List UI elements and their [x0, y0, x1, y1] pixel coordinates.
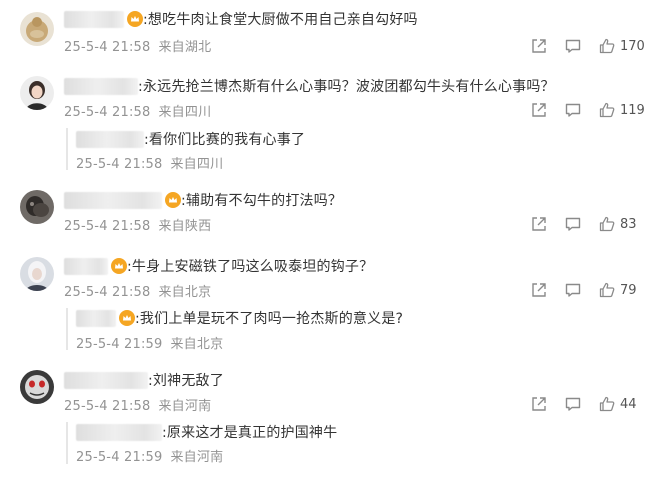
reply-header: :我们上单是玩不了肉吗一抢杰斯的意义是? — [76, 307, 403, 329]
avatar[interactable] — [20, 76, 54, 110]
share-icon[interactable] — [530, 395, 548, 413]
reply-meta: 25-5-4 21:59 来自河南 — [76, 446, 223, 465]
comment-actions: 119 — [530, 101, 648, 119]
like-count: 170 — [620, 38, 645, 54]
comment-date: 25-5-4 21:58 — [64, 219, 151, 234]
comment-date: 25-5-4 21:58 — [64, 399, 151, 414]
thumbs-up-icon[interactable] — [598, 101, 616, 119]
comment-header: :刘神无敌了 — [64, 369, 224, 391]
comment-text: :牛身上安磁铁了吗这么吸泰坦的钩子？ — [127, 259, 374, 275]
comment-text: :刘神无敌了 — [148, 373, 224, 389]
comment-location: 来自北京 — [158, 285, 212, 300]
thumbs-up-icon[interactable] — [598, 37, 616, 55]
reply-divider — [66, 128, 68, 170]
comment-header: :想吃牛肉让食堂大厨做不用自己亲自勾好吗 — [64, 8, 418, 30]
comment-header: :牛身上安磁铁了吗这么吸泰坦的钩子？ — [64, 255, 373, 277]
reply-location: 来自四川 — [170, 157, 224, 172]
reply-divider — [66, 308, 68, 350]
reply-text: :我们上单是玩不了肉吗一抢杰斯的意义是? — [135, 311, 404, 327]
thumbs-up-icon[interactable] — [598, 281, 616, 299]
username-blurred[interactable] — [64, 191, 162, 209]
comment-meta: 25-5-4 21:58 来自北京 — [64, 281, 211, 300]
like-count: 44 — [620, 396, 637, 412]
comment-text: :辅助有不勾牛的打法吗？ — [181, 193, 343, 209]
reply-location: 来自北京 — [170, 337, 224, 352]
comment-text: :想吃牛肉让食堂大厨做不用自己亲自勾好吗 — [143, 12, 418, 28]
comment-location: 来自四川 — [158, 105, 212, 120]
reply-text: :看你们比赛的我有心事了 — [144, 132, 306, 148]
avatar[interactable] — [20, 370, 54, 404]
comment-header: :辅助有不勾牛的打法吗？ — [64, 189, 342, 211]
username-blurred[interactable] — [64, 371, 148, 389]
comment-text: :永远先抢兰博杰斯有什么心事吗？波波团都勾牛头有什么心事吗？ — [138, 79, 555, 95]
comment-meta: 25-5-4 21:58 来自湖北 — [64, 36, 211, 55]
username-blurred[interactable] — [64, 257, 108, 275]
avatar[interactable] — [20, 190, 54, 224]
comment-actions: 83 — [530, 215, 648, 233]
comment-icon[interactable] — [564, 37, 582, 55]
thumbs-up-icon[interactable] — [598, 395, 616, 413]
reply-meta: 25-5-4 21:58 来自四川 — [76, 153, 223, 172]
reply-text: :原来这才是真正的护国神牛 — [162, 425, 338, 441]
like-count: 119 — [620, 102, 645, 118]
reply-header: :原来这才是真正的护国神牛 — [76, 421, 337, 443]
avatar[interactable] — [20, 12, 54, 46]
like-count: 79 — [620, 282, 637, 298]
thumbs-up-icon[interactable] — [598, 215, 616, 233]
username-blurred[interactable] — [76, 423, 162, 441]
comment-icon[interactable] — [564, 101, 582, 119]
crown-badge-icon — [127, 11, 143, 27]
comment-icon[interactable] — [564, 281, 582, 299]
like-count: 83 — [620, 216, 637, 232]
comment-date: 25-5-4 21:58 — [64, 105, 151, 120]
comment-actions: 79 — [530, 281, 648, 299]
comment-meta: 25-5-4 21:58 来自陕西 — [64, 215, 211, 234]
comment-actions: 44 — [530, 395, 648, 413]
reply-meta: 25-5-4 21:59 来自北京 — [76, 333, 223, 352]
username-blurred[interactable] — [64, 10, 124, 28]
comment-date: 25-5-4 21:58 — [64, 40, 151, 55]
reply-divider — [66, 422, 68, 464]
share-icon[interactable] — [530, 37, 548, 55]
username-blurred[interactable] — [76, 309, 116, 327]
reply-location: 来自河南 — [170, 450, 224, 465]
comment-header: :永远先抢兰博杰斯有什么心事吗？波波团都勾牛头有什么心事吗？ — [64, 75, 555, 97]
crown-badge-icon — [119, 310, 135, 326]
comment-location: 来自陕西 — [158, 219, 212, 234]
comment-meta: 25-5-4 21:58 来自河南 — [64, 395, 211, 414]
crown-badge-icon — [165, 192, 181, 208]
comment-meta: 25-5-4 21:58 来自四川 — [64, 101, 211, 120]
username-blurred[interactable] — [64, 77, 138, 95]
avatar[interactable] — [20, 257, 54, 291]
reply-date: 25-5-4 21:59 — [76, 450, 163, 465]
reply-date: 25-5-4 21:58 — [76, 157, 163, 172]
comment-date: 25-5-4 21:58 — [64, 285, 151, 300]
comment-icon[interactable] — [564, 215, 582, 233]
comment-icon[interactable] — [564, 395, 582, 413]
comment-actions: 170 — [530, 37, 648, 55]
crown-badge-icon — [111, 258, 127, 274]
comment-location: 来自湖北 — [158, 40, 212, 55]
reply-date: 25-5-4 21:59 — [76, 337, 163, 352]
share-icon[interactable] — [530, 281, 548, 299]
reply-header: :看你们比赛的我有心事了 — [76, 128, 305, 150]
comment-location: 来自河南 — [158, 399, 212, 414]
share-icon[interactable] — [530, 215, 548, 233]
share-icon[interactable] — [530, 101, 548, 119]
username-blurred[interactable] — [76, 130, 144, 148]
